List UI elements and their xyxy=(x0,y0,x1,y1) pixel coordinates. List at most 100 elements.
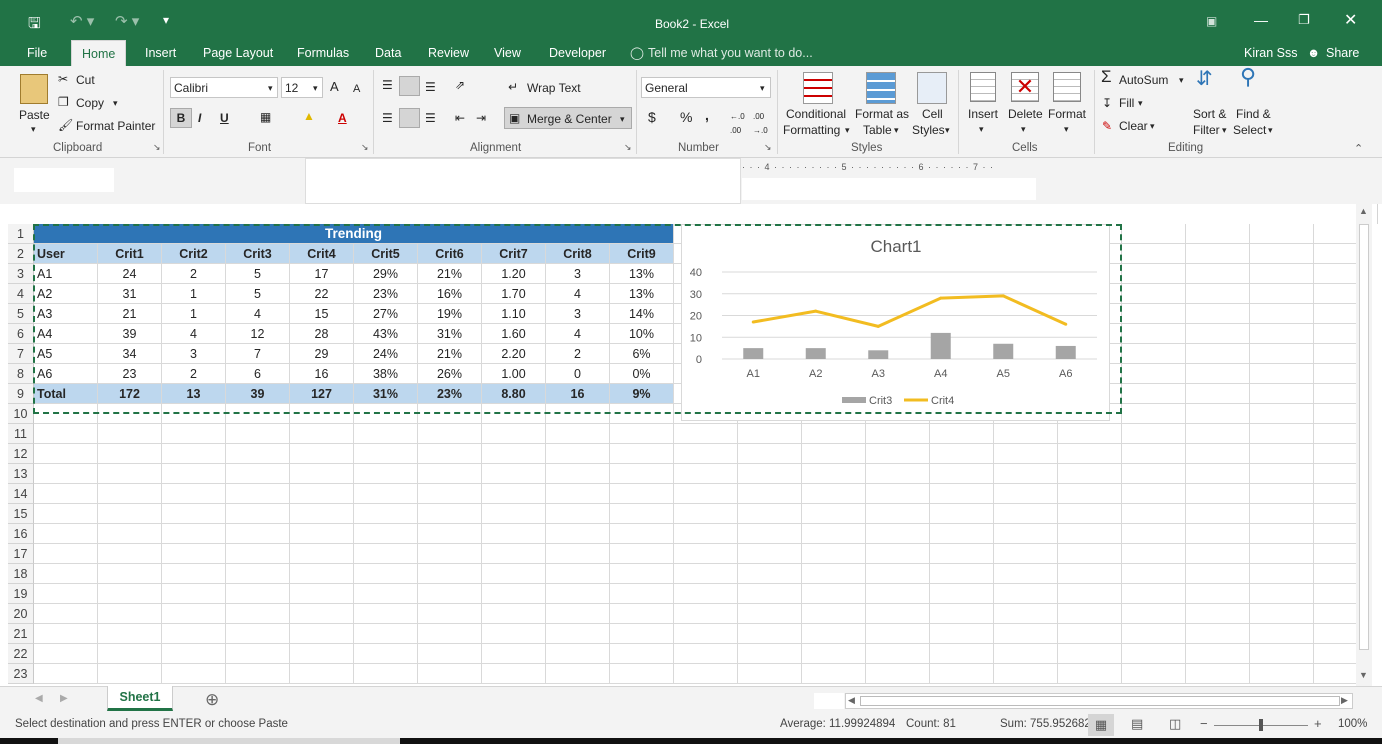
ribbon-display-icon[interactable]: ▣ xyxy=(1206,14,1217,28)
cell[interactable] xyxy=(482,624,546,644)
table-cell[interactable]: 19% xyxy=(418,304,482,324)
cell[interactable] xyxy=(98,504,162,524)
row-header-15[interactable]: 15 xyxy=(8,504,34,524)
table-cell[interactable]: A1 xyxy=(34,264,98,284)
zoom-slider-thumb[interactable] xyxy=(1259,719,1263,731)
cell[interactable] xyxy=(738,664,802,684)
cell[interactable] xyxy=(1186,384,1250,404)
prev-sheet-icon[interactable]: ◀ xyxy=(35,693,43,704)
cell[interactable] xyxy=(354,584,418,604)
cell[interactable] xyxy=(1122,324,1186,344)
cell[interactable] xyxy=(674,564,738,584)
table-cell[interactable]: 17 xyxy=(290,264,354,284)
cell[interactable] xyxy=(354,524,418,544)
cell[interactable] xyxy=(930,524,994,544)
align-bottom-icon[interactable]: ☰ xyxy=(425,80,436,94)
cell[interactable] xyxy=(34,424,98,444)
table-cell[interactable]: A2 xyxy=(34,284,98,304)
cell-styles-label[interactable]: Cell xyxy=(922,107,943,121)
font-color-button[interactable]: A xyxy=(338,111,347,125)
cell[interactable] xyxy=(802,624,866,644)
cut-button[interactable]: Cut xyxy=(76,73,95,87)
customize-qat-icon[interactable]: ▾ xyxy=(163,13,169,27)
row-header-3[interactable]: 3 xyxy=(8,264,34,284)
find-select-label2[interactable]: Select xyxy=(1233,123,1266,137)
cell[interactable] xyxy=(674,464,738,484)
cell[interactable] xyxy=(1058,604,1122,624)
number-launcher-icon[interactable]: ↘ xyxy=(764,142,772,153)
scroll-up-icon[interactable]: ▲ xyxy=(1359,206,1368,216)
cell[interactable] xyxy=(674,524,738,544)
scroll-right-icon[interactable]: ▶ xyxy=(1341,695,1348,706)
cell[interactable] xyxy=(482,424,546,444)
cell[interactable] xyxy=(610,624,674,644)
align-right-icon[interactable]: ☰ xyxy=(425,111,436,125)
cell[interactable] xyxy=(1186,624,1250,644)
cell[interactable] xyxy=(482,464,546,484)
align-middle-icon[interactable] xyxy=(399,76,420,96)
cell[interactable] xyxy=(418,604,482,624)
insert-cells-icon[interactable] xyxy=(970,72,996,102)
alignment-launcher-icon[interactable]: ↘ xyxy=(624,142,632,153)
table-cell[interactable]: 10% xyxy=(610,324,674,344)
table-cell[interactable]: 2 xyxy=(162,364,226,384)
redo-icon[interactable]: ↷ ▾ xyxy=(115,12,139,30)
comma-style-button[interactable]: , xyxy=(705,108,709,122)
zoom-level[interactable]: 100% xyxy=(1338,718,1367,730)
table-cell[interactable]: 31% xyxy=(418,324,482,344)
table-total-cell[interactable]: 9% xyxy=(610,384,674,404)
table-cell[interactable]: 23% xyxy=(354,284,418,304)
find-select-icon[interactable]: ⚲ xyxy=(1240,66,1256,88)
cell[interactable] xyxy=(1186,344,1250,364)
cell[interactable] xyxy=(1186,404,1250,424)
cell[interactable] xyxy=(1122,464,1186,484)
table-cell[interactable]: A5 xyxy=(34,344,98,364)
cell[interactable] xyxy=(290,504,354,524)
cell[interactable] xyxy=(162,464,226,484)
cell[interactable] xyxy=(162,524,226,544)
fill-button[interactable]: Fill xyxy=(1119,96,1134,110)
cell[interactable] xyxy=(226,664,290,684)
table-cell[interactable]: 21 xyxy=(98,304,162,324)
cell[interactable] xyxy=(1186,464,1250,484)
cell[interactable] xyxy=(802,644,866,664)
cell[interactable] xyxy=(994,484,1058,504)
cell[interactable] xyxy=(610,524,674,544)
tab-splitter[interactable] xyxy=(814,693,844,709)
cell[interactable] xyxy=(290,464,354,484)
cell[interactable] xyxy=(674,484,738,504)
cell[interactable] xyxy=(1314,484,1356,504)
cell[interactable] xyxy=(1186,484,1250,504)
cell[interactable] xyxy=(98,604,162,624)
cell[interactable] xyxy=(930,624,994,644)
cell[interactable] xyxy=(34,444,98,464)
cell[interactable] xyxy=(738,444,802,464)
cell[interactable] xyxy=(1058,624,1122,644)
cell[interactable] xyxy=(1314,544,1356,564)
table-cell[interactable]: 4 xyxy=(226,304,290,324)
cell[interactable] xyxy=(802,564,866,584)
cell[interactable] xyxy=(1314,664,1356,684)
cell[interactable] xyxy=(482,524,546,544)
font-launcher-icon[interactable]: ↘ xyxy=(361,142,369,153)
cell[interactable] xyxy=(290,664,354,684)
cell[interactable] xyxy=(802,504,866,524)
cell[interactable] xyxy=(1250,464,1314,484)
sort-filter-icon[interactable]: ⇵ xyxy=(1196,69,1213,89)
scroll-left-icon[interactable]: ◀ xyxy=(848,695,855,706)
cell[interactable] xyxy=(738,584,802,604)
cell[interactable] xyxy=(290,404,354,424)
cell[interactable] xyxy=(1186,324,1250,344)
cell[interactable] xyxy=(1122,364,1186,384)
cell[interactable] xyxy=(226,444,290,464)
italic-button[interactable]: I xyxy=(198,111,201,125)
font-size-select[interactable]: 12 ▾ xyxy=(281,77,323,98)
cell[interactable] xyxy=(290,584,354,604)
cell[interactable] xyxy=(866,484,930,504)
cell[interactable] xyxy=(1250,404,1314,424)
cell[interactable] xyxy=(98,404,162,424)
table-cell[interactable]: 29% xyxy=(354,264,418,284)
table-header-cell[interactable]: Crit3 xyxy=(226,244,290,264)
paste-dropdown-icon[interactable]: ▾ xyxy=(31,122,36,136)
cell[interactable] xyxy=(1250,324,1314,344)
